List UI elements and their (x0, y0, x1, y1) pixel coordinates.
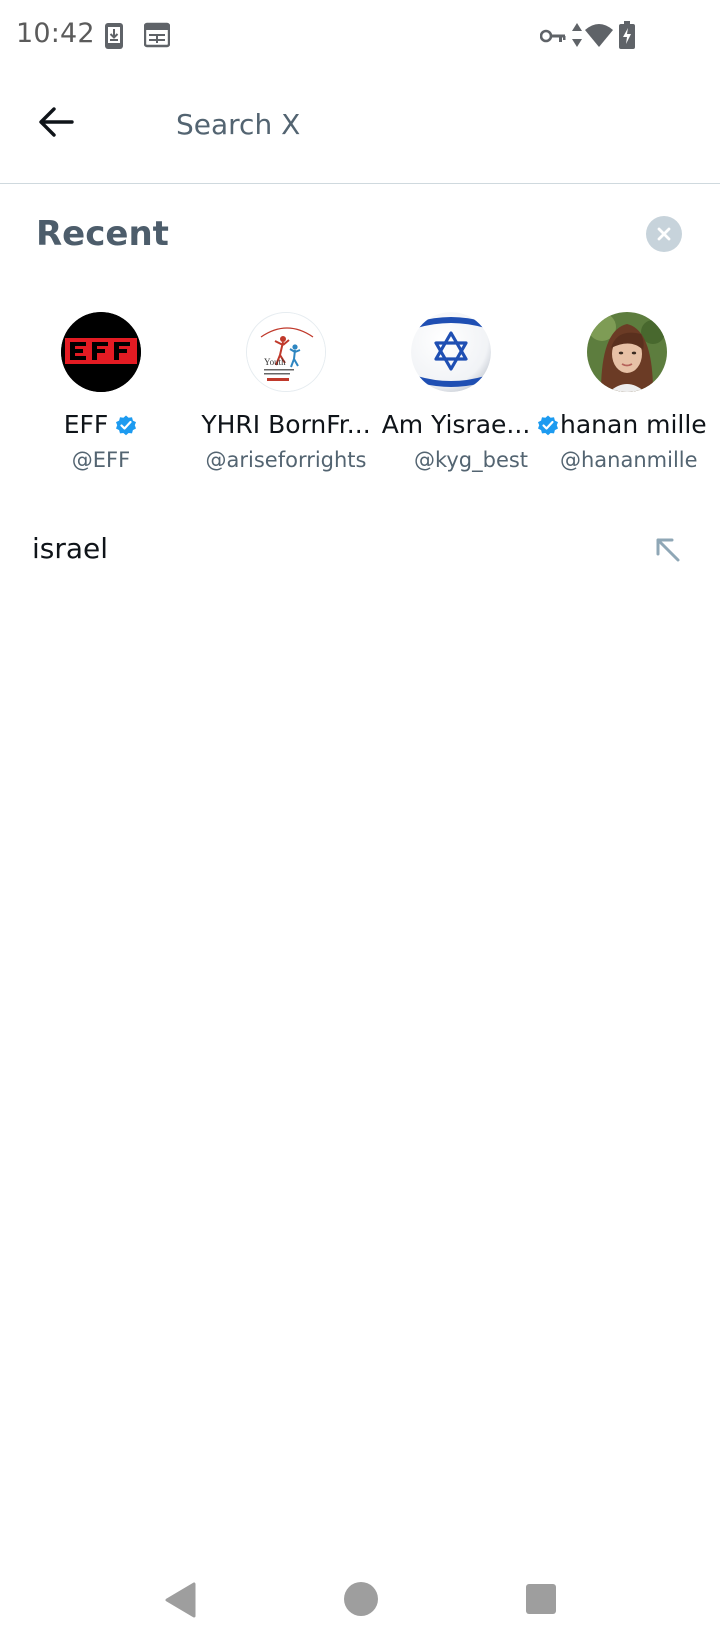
nav-recents-button[interactable] (526, 1584, 556, 1614)
nav-back-button[interactable] (164, 1582, 196, 1623)
account-name: Am Yisrae... (381, 410, 531, 439)
wifi-icon (584, 22, 614, 53)
calendar-notification-icon (143, 22, 171, 53)
triangle-back-icon (165, 1582, 196, 1618)
search-header (0, 76, 720, 184)
recent-account-card[interactable]: hanan mille @hananmille (560, 300, 720, 480)
recent-title: Recent (36, 214, 169, 254)
recent-header: Recent (0, 184, 720, 284)
clear-recent-button[interactable] (646, 216, 682, 252)
search-input[interactable] (176, 98, 676, 150)
close-icon (657, 227, 671, 241)
nav-home-button[interactable] (344, 1582, 378, 1616)
account-name: hanan mille (560, 410, 707, 439)
system-navigation-bar (0, 1560, 720, 1650)
recent-account-card[interactable]: Youth YHRI BornFr... @ariseforrights (193, 300, 379, 480)
recent-accounts-carousel[interactable]: EFF @EFF Youth YHRI BornFr... @ariseforr… (0, 300, 720, 480)
svg-text:Youth: Youth (264, 357, 286, 367)
back-button[interactable] (30, 96, 82, 148)
verified-badge-icon (538, 415, 559, 435)
data-activity-icon (571, 22, 583, 53)
account-handle: @hananmille (560, 448, 698, 472)
avatar (61, 312, 141, 392)
account-handle: @ariseforrights (205, 448, 367, 472)
avatar: Youth (246, 312, 326, 392)
account-handle: @EFF (71, 448, 131, 472)
recent-account-card[interactable]: Am Yisrae... @kyg_best (378, 300, 564, 480)
account-handle: @kyg_best (413, 448, 529, 472)
download-notification-icon (104, 22, 124, 55)
status-bar: 10:42 (0, 0, 720, 76)
recent-search-item[interactable]: israel (0, 512, 720, 588)
status-time: 10:42 (16, 18, 95, 49)
vpn-key-icon (539, 28, 566, 49)
battery-charging-icon (619, 21, 635, 54)
avatar (411, 312, 491, 392)
arrow-left-icon (39, 107, 74, 137)
account-name: EFF (63, 410, 109, 439)
recent-search-query: israel (32, 532, 109, 565)
recent-account-card[interactable]: EFF @EFF (8, 300, 194, 480)
account-name: YHRI BornFr... (201, 410, 371, 439)
avatar (587, 312, 667, 392)
arrow-up-left-icon[interactable] (652, 534, 682, 564)
verified-badge-icon (116, 415, 137, 435)
